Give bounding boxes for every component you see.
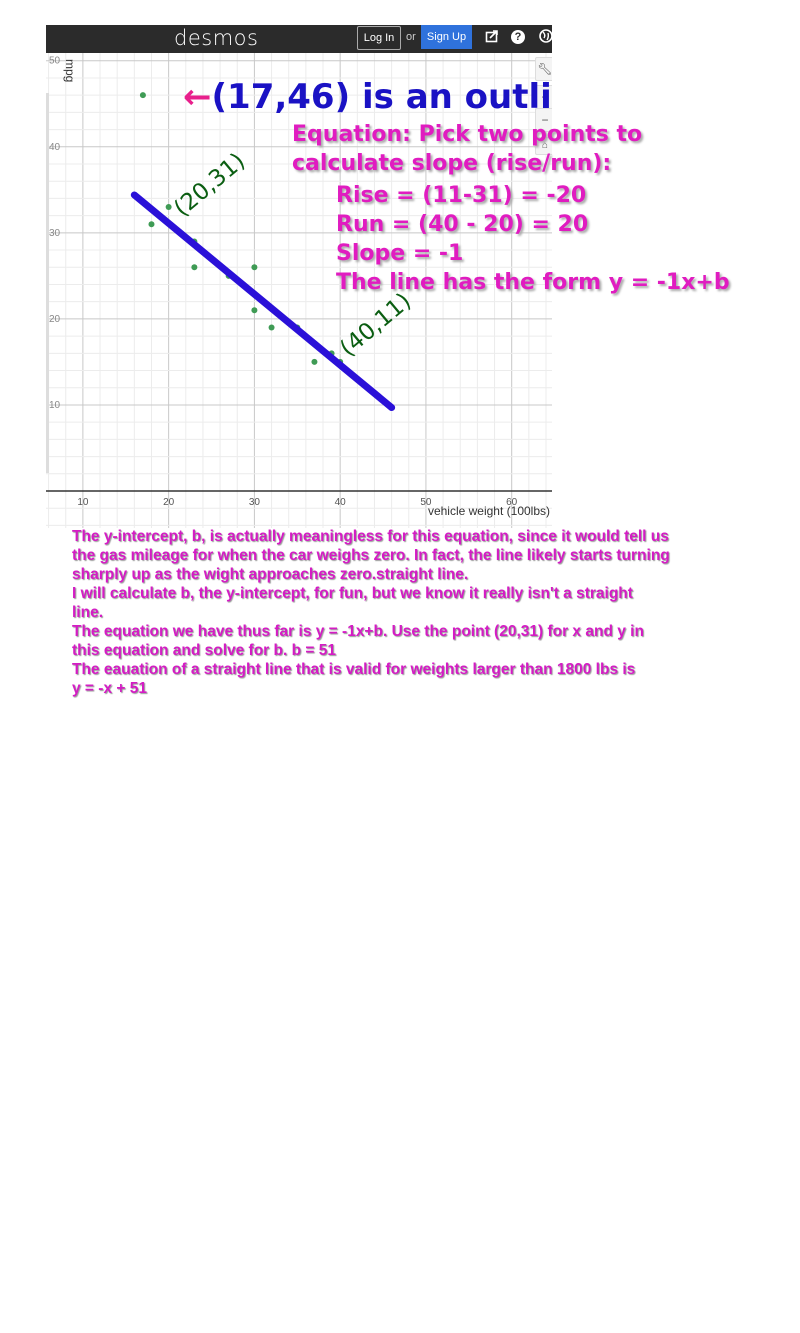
y-tick-label: 30 [49,228,61,239]
expression-panel-edge [46,93,49,473]
equation-line: Run = (40 - 20) = 20 [336,212,589,237]
data-point [139,92,146,99]
data-point [251,264,258,271]
x-axis-label: vehicle weight (100lbs) [428,504,550,518]
paragraph-line: The y-intercept, b, is actually meaningl… [72,528,669,545]
equation-line: Equation: Pick two points to [292,122,643,147]
outlier-text: (17,46) is an outlier [211,77,553,117]
y-tick-label: 50 [49,56,61,67]
y-axis-label: mpg [63,59,77,82]
x-tick-label: 20 [163,497,175,508]
equation-line: Rise = (11-31) = -20 [336,183,587,208]
help-icon[interactable]: ? [511,30,525,44]
paragraph-line: line. [72,604,104,621]
y-tick-label: 20 [49,314,61,325]
paragraph-line: this equation and solve for b. b = 51 [72,642,336,659]
paragraph-line: The eauation of a straight line that is … [72,661,636,678]
x-tick-label: 40 [335,497,347,508]
top-bar: desmos Log In or Sign Up ? [46,25,552,53]
paragraph-line: y = -x + 51 [72,680,147,697]
paragraph-line: the gas mileage for when the car weighs … [72,547,670,564]
paragraph-line: I will calculate b, the y-intercept, for… [72,585,633,602]
y-tick-label: 40 [49,142,61,153]
data-point [148,221,155,228]
equation-line: calculate slope (rise/run): [292,151,612,176]
explanation-paragraph: The y-intercept, b, is actually meaningl… [72,527,670,698]
share-icon[interactable] [484,29,500,45]
x-tick-label: 10 [77,497,89,508]
x-tick-label: 30 [249,497,261,508]
data-point [268,324,275,331]
data-point [311,358,318,365]
globe-icon[interactable] [538,29,552,45]
data-point [191,264,198,271]
equation-line: Slope = -1 [336,241,464,266]
y-tick-label: 10 [49,400,61,411]
signup-button[interactable]: Sign Up [421,25,472,49]
outlier-annotation: ←(17,46) is an outlier [183,77,552,117]
data-point [251,307,258,314]
arrow-left-icon: ← [183,77,212,117]
paragraph-line: The equation we have thus far is y = -1x… [72,623,644,640]
or-label: or [406,31,416,43]
desmos-logo: desmos [174,26,259,50]
login-button[interactable]: Log In [357,26,401,50]
paragraph-line: sharply up as the wight approaches zero.… [72,566,469,583]
